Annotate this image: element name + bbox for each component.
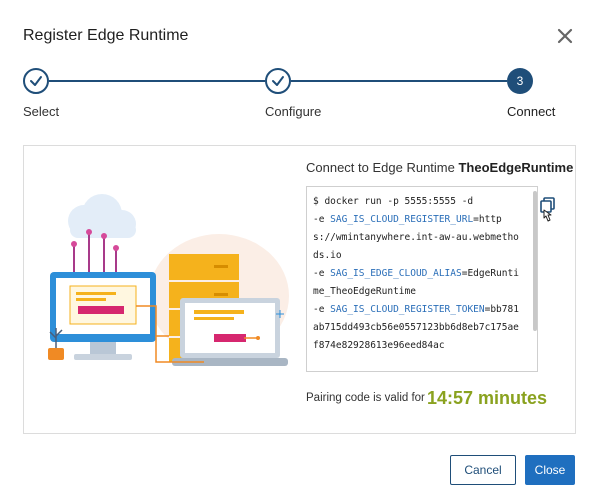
step-label-select: Select [23,104,60,119]
code-line-prefix: -e [313,304,331,315]
docker-command-text[interactable]: $ docker run -p 5555:5555 -d -e SAG_IS_C… [307,187,529,355]
code-var-register-token: SAG_IS_CLOUD_REGISTER_TOKEN [330,304,485,315]
step-connect-number: 3 [507,68,533,94]
cancel-button[interactable]: Cancel [450,455,516,485]
code-line-prefix: -e [313,214,331,225]
dialog-title: Register Edge Runtime [23,27,189,44]
stepper-connector-2 [291,80,507,82]
close-icon[interactable] [553,24,577,48]
step-configure-check-icon[interactable] [265,68,291,94]
code-line-prefix: -e [313,268,331,279]
code-scrollbar[interactable] [533,191,537,331]
pairing-label: Pairing code is valid for [306,392,425,404]
code-var-register-url: SAG_IS_CLOUD_REGISTER_URL [330,214,474,225]
docker-command-box[interactable]: $ docker run -p 5555:5555 -d -e SAG_IS_C… [306,186,538,372]
runtime-name: TheoEdgeRuntime [458,160,574,175]
copy-icon[interactable] [538,196,558,222]
code-var-edge-alias: SAG_IS_EDGE_CLOUD_ALIAS [330,268,462,279]
step-label-connect: Connect [507,104,556,119]
connect-heading: Connect to Edge Runtime TheoEdgeRuntime [306,160,573,175]
step-select-check-icon[interactable] [23,68,49,94]
close-button[interactable]: Close [525,455,575,485]
edge-runtime-illustration [44,186,294,376]
pairing-countdown: 14:57 minutes [427,388,548,408]
code-line-docker-run: $ docker run -p 5555:5555 -d [313,196,474,207]
connect-panel: Connect to Edge Runtime TheoEdgeRuntime … [23,145,576,434]
register-edge-runtime-dialog: Register Edge Runtime 3 Select Configure… [0,0,595,500]
stepper-connector-1 [49,80,265,82]
connect-heading-prefix: Connect to Edge Runtime [306,160,459,175]
step-label-configure: Configure [265,104,322,119]
